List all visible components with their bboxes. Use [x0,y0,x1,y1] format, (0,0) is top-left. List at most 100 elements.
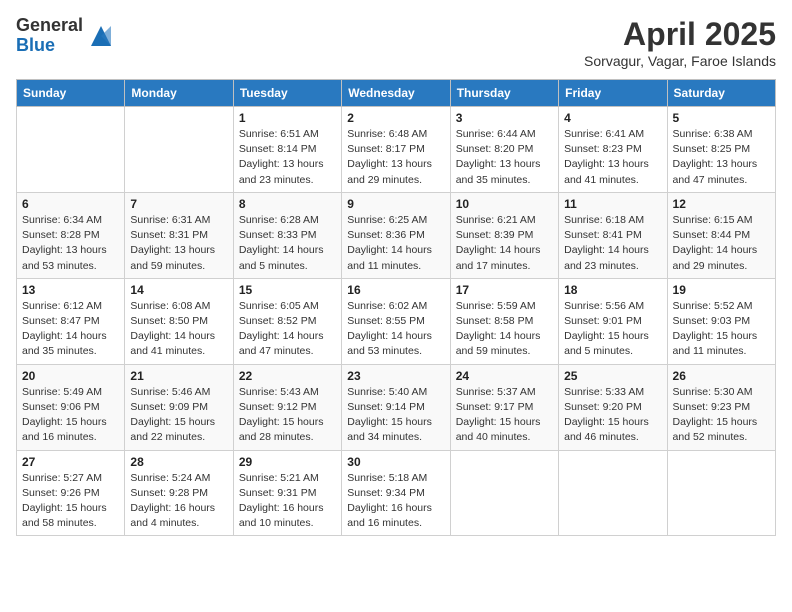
day-number: 4 [564,111,661,125]
day-number: 27 [22,455,119,469]
day-info: Sunrise: 6:18 AMSunset: 8:41 PMDaylight:… [564,213,661,274]
day-number: 22 [239,369,336,383]
calendar-cell: 5 Sunrise: 6:38 AMSunset: 8:25 PMDaylight… [667,107,775,193]
day-header-saturday: Saturday [667,80,775,107]
day-number: 19 [673,283,770,297]
day-number: 28 [130,455,227,469]
calendar-cell [559,450,667,536]
day-info: Sunrise: 6:02 AMSunset: 8:55 PMDaylight:… [347,299,444,360]
day-info: Sunrise: 5:37 AMSunset: 9:17 PMDaylight:… [456,385,553,446]
day-number: 9 [347,197,444,211]
calendar-cell: 23 Sunrise: 5:40 AMSunset: 9:14 PMDayligh… [342,364,450,450]
calendar-week-row: 27 Sunrise: 5:27 AMSunset: 9:26 PMDayligh… [17,450,776,536]
calendar-cell: 7 Sunrise: 6:31 AMSunset: 8:31 PMDaylight… [125,192,233,278]
title-block: April 2025 Sorvagur, Vagar, Faroe Island… [584,16,776,69]
day-info: Sunrise: 5:56 AMSunset: 9:01 PMDaylight:… [564,299,661,360]
day-info: Sunrise: 5:46 AMSunset: 9:09 PMDaylight:… [130,385,227,446]
day-info: Sunrise: 6:21 AMSunset: 8:39 PMDaylight:… [456,213,553,274]
day-info: Sunrise: 5:18 AMSunset: 9:34 PMDaylight:… [347,471,444,532]
day-info: Sunrise: 6:25 AMSunset: 8:36 PMDaylight:… [347,213,444,274]
day-number: 14 [130,283,227,297]
calendar-header-row: SundayMondayTuesdayWednesdayThursdayFrid… [17,80,776,107]
calendar-cell: 3Sunrise: 6:44 AMSunset: 8:20 PMDaylight… [450,107,558,193]
calendar-cell: 28 Sunrise: 5:24 AMSunset: 9:28 PMDayligh… [125,450,233,536]
day-number: 2 [347,111,444,125]
calendar-cell: 16 Sunrise: 6:02 AMSunset: 8:55 PMDayligh… [342,278,450,364]
day-info: Sunrise: 5:59 AMSunset: 8:58 PMDaylight:… [456,299,553,360]
day-info: Sunrise: 5:30 AMSunset: 9:23 PMDaylight:… [673,385,770,446]
calendar-cell: 17Sunrise: 5:59 AMSunset: 8:58 PMDayligh… [450,278,558,364]
day-number: 30 [347,455,444,469]
day-info: Sunrise: 5:49 AMSunset: 9:06 PMDaylight:… [22,385,119,446]
day-number: 25 [564,369,661,383]
day-info: Sunrise: 5:27 AMSunset: 9:26 PMDaylight:… [22,471,119,532]
day-number: 8 [239,197,336,211]
day-number: 16 [347,283,444,297]
calendar-cell: 24 Sunrise: 5:37 AMSunset: 9:17 PMDayligh… [450,364,558,450]
day-header-tuesday: Tuesday [233,80,341,107]
logo-general: General [16,16,83,36]
day-number: 20 [22,369,119,383]
day-info: Sunrise: 6:08 AMSunset: 8:50 PMDaylight:… [130,299,227,360]
calendar-cell: 21 Sunrise: 5:46 AMSunset: 9:09 PMDayligh… [125,364,233,450]
day-info: Sunrise: 5:24 AMSunset: 9:28 PMDaylight:… [130,471,227,532]
day-header-friday: Friday [559,80,667,107]
day-info: Sunrise: 5:40 AMSunset: 9:14 PMDaylight:… [347,385,444,446]
day-info: Sunrise: 6:12 AMSunset: 8:47 PMDaylight:… [22,299,119,360]
calendar-cell: 27 Sunrise: 5:27 AMSunset: 9:26 PMDayligh… [17,450,125,536]
calendar-cell: 4 Sunrise: 6:41 AMSunset: 8:23 PMDaylight… [559,107,667,193]
day-info: Sunrise: 6:05 AMSunset: 8:52 PMDaylight:… [239,299,336,360]
calendar-cell: 13 Sunrise: 6:12 AMSunset: 8:47 PMDayligh… [17,278,125,364]
day-info: Sunrise: 6:15 AMSunset: 8:44 PMDaylight:… [673,213,770,274]
calendar-cell: 6 Sunrise: 6:34 AMSunset: 8:28 PMDaylight… [17,192,125,278]
day-number: 10 [456,197,553,211]
day-info: Sunrise: 6:48 AMSunset: 8:17 PMDaylight:… [347,127,444,188]
calendar-cell: 18 Sunrise: 5:56 AMSunset: 9:01 PMDayligh… [559,278,667,364]
day-info: Sunrise: 5:21 AMSunset: 9:31 PMDaylight:… [239,471,336,532]
day-info: Sunrise: 5:43 AMSunset: 9:12 PMDaylight:… [239,385,336,446]
calendar-cell: 29 Sunrise: 5:21 AMSunset: 9:31 PMDayligh… [233,450,341,536]
calendar-cell [450,450,558,536]
day-number: 18 [564,283,661,297]
calendar-cell: 30 Sunrise: 5:18 AMSunset: 9:34 PMDayligh… [342,450,450,536]
month-title: April 2025 [584,16,776,53]
calendar-cell [17,107,125,193]
day-number: 12 [673,197,770,211]
calendar-cell [125,107,233,193]
day-number: 13 [22,283,119,297]
day-header-thursday: Thursday [450,80,558,107]
day-info: Sunrise: 6:34 AMSunset: 8:28 PMDaylight:… [22,213,119,274]
calendar-cell: 8Sunrise: 6:28 AMSunset: 8:33 PMDaylight… [233,192,341,278]
page-header: General Blue April 2025 Sorvagur, Vagar,… [16,16,776,69]
day-number: 15 [239,283,336,297]
logo-blue: Blue [16,36,83,56]
calendar-cell: 2 Sunrise: 6:48 AMSunset: 8:17 PMDaylight… [342,107,450,193]
calendar-cell: 9 Sunrise: 6:25 AMSunset: 8:36 PMDaylight… [342,192,450,278]
calendar-week-row: 13 Sunrise: 6:12 AMSunset: 8:47 PMDayligh… [17,278,776,364]
calendar-cell: 19Sunrise: 5:52 AMSunset: 9:03 PMDayligh… [667,278,775,364]
location-subtitle: Sorvagur, Vagar, Faroe Islands [584,53,776,69]
calendar-cell: 10 Sunrise: 6:21 AMSunset: 8:39 PMDayligh… [450,192,558,278]
calendar-cell: 15 Sunrise: 6:05 AMSunset: 8:52 PMDayligh… [233,278,341,364]
day-number: 29 [239,455,336,469]
day-info: Sunrise: 6:31 AMSunset: 8:31 PMDaylight:… [130,213,227,274]
day-number: 1 [239,111,336,125]
day-number: 21 [130,369,227,383]
calendar-cell: 25 Sunrise: 5:33 AMSunset: 9:20 PMDayligh… [559,364,667,450]
day-info: Sunrise: 6:41 AMSunset: 8:23 PMDaylight:… [564,127,661,188]
day-number: 7 [130,197,227,211]
calendar-cell: 26 Sunrise: 5:30 AMSunset: 9:23 PMDayligh… [667,364,775,450]
day-number: 23 [347,369,444,383]
day-number: 5 [673,111,770,125]
day-info: Sunrise: 6:51 AMSunset: 8:14 PMDaylight:… [239,127,336,188]
day-info: Sunrise: 5:33 AMSunset: 9:20 PMDaylight:… [564,385,661,446]
day-number: 24 [456,369,553,383]
day-info: Sunrise: 6:38 AMSunset: 8:25 PMDaylight:… [673,127,770,188]
day-header-sunday: Sunday [17,80,125,107]
day-number: 6 [22,197,119,211]
day-number: 26 [673,369,770,383]
day-header-monday: Monday [125,80,233,107]
logo: General Blue [16,16,115,56]
calendar-cell: 22 Sunrise: 5:43 AMSunset: 9:12 PMDayligh… [233,364,341,450]
day-header-wednesday: Wednesday [342,80,450,107]
